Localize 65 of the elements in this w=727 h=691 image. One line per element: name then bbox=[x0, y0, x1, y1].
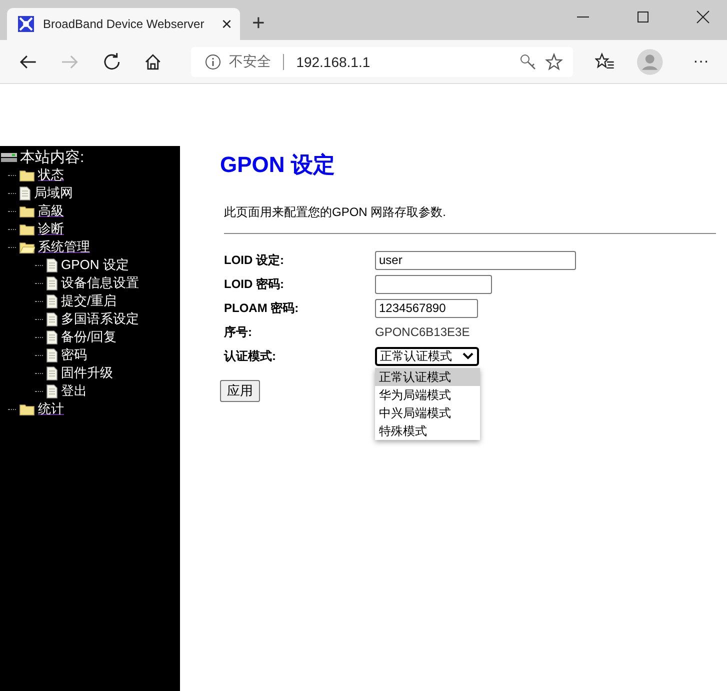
mode-dropdown[interactable]: 正常认证模式 bbox=[375, 346, 479, 366]
page-icon bbox=[46, 258, 58, 272]
tab-title: BroadBand Device Webserver bbox=[43, 17, 206, 31]
field-label: LOID 密码: bbox=[224, 276, 285, 292]
apply-button[interactable]: 应用 bbox=[220, 380, 260, 402]
sidebar-link[interactable]: 固件升级 bbox=[61, 364, 113, 382]
field-label: 认证模式: bbox=[224, 348, 277, 364]
page-description: 此页面用来配置您的GPON 网路存取参数. bbox=[224, 204, 448, 221]
sidebar-link[interactable]: 高級 bbox=[38, 202, 64, 220]
page-icon bbox=[19, 186, 31, 200]
page-icon bbox=[46, 294, 58, 308]
more-button[interactable]: ··· bbox=[693, 52, 709, 70]
folder-icon bbox=[19, 204, 35, 218]
serial-number: GPONC6B13E3E bbox=[375, 325, 470, 339]
key-icon[interactable] bbox=[519, 52, 538, 70]
page-icon bbox=[46, 312, 58, 326]
url-text: 192.168.1.1 bbox=[296, 54, 370, 70]
field-label: 序号: bbox=[224, 324, 253, 340]
close-icon[interactable] bbox=[696, 10, 710, 24]
dropdown-option[interactable]: 特殊模式 bbox=[375, 422, 480, 440]
sidebar-link[interactable]: 备份/回复 bbox=[61, 328, 117, 346]
folder-icon bbox=[19, 240, 35, 254]
address-bar[interactable]: 不安全 192.168.1.1 bbox=[191, 46, 574, 76]
folder-icon bbox=[19, 222, 35, 236]
computer-icon bbox=[0, 150, 18, 164]
security-label: 不安全 bbox=[229, 52, 272, 70]
page-icon bbox=[46, 366, 58, 380]
dropdown-option[interactable]: 中兴局端模式 bbox=[375, 404, 480, 422]
page-icon bbox=[46, 384, 58, 398]
maximize-icon[interactable] bbox=[636, 10, 650, 24]
sidebar-link[interactable]: 系统管理 bbox=[38, 238, 90, 256]
folder-icon bbox=[19, 168, 35, 182]
favorites-icon[interactable] bbox=[595, 52, 616, 72]
star-icon[interactable] bbox=[545, 52, 564, 70]
dropdown-option[interactable]: 正常认证模式 bbox=[375, 368, 480, 386]
sidebar-link[interactable]: 诊断 bbox=[38, 220, 64, 238]
reload-icon[interactable] bbox=[102, 52, 122, 72]
sidebar-title: 本站内容: bbox=[20, 148, 84, 166]
sidebar-link[interactable]: 状态 bbox=[38, 166, 64, 184]
field-label: PLOAM 密码: bbox=[224, 300, 300, 316]
page-title: GPON 设定 bbox=[220, 151, 336, 179]
sidebar-link[interactable]: 登出 bbox=[61, 382, 87, 400]
sidebar-link[interactable]: 统计 bbox=[38, 400, 64, 418]
sidebar-link[interactable]: 多国语系设定 bbox=[61, 310, 139, 328]
info-icon bbox=[205, 54, 222, 70]
profile-avatar-icon[interactable] bbox=[637, 48, 664, 74]
sidebar-link[interactable]: 设备信息设置 bbox=[61, 274, 139, 292]
page-icon bbox=[46, 330, 58, 344]
sidebar-link[interactable]: 密码 bbox=[61, 346, 87, 364]
chevron-icon bbox=[462, 352, 474, 360]
new-tab-button[interactable]: + bbox=[252, 12, 265, 34]
close-tab-button[interactable]: × bbox=[221, 15, 232, 33]
folder-icon bbox=[19, 402, 35, 416]
input-field[interactable]: user bbox=[375, 250, 576, 270]
sidebar-link[interactable]: GPON 设定 bbox=[61, 256, 129, 274]
network-logo-icon bbox=[17, 15, 35, 33]
input-field[interactable]: 1234567890 bbox=[375, 298, 478, 318]
page-icon bbox=[46, 276, 58, 290]
dropdown-option[interactable]: 华为局端模式 bbox=[375, 386, 480, 404]
page-icon bbox=[46, 348, 58, 362]
field-label: LOID 设定: bbox=[224, 252, 285, 268]
input-field[interactable] bbox=[375, 274, 492, 294]
sidebar-link[interactable]: 局域网 bbox=[34, 184, 73, 202]
sidebar-link[interactable]: 提交/重启 bbox=[61, 292, 117, 310]
browser-tab[interactable]: BroadBand Device Webserver × bbox=[7, 8, 240, 40]
